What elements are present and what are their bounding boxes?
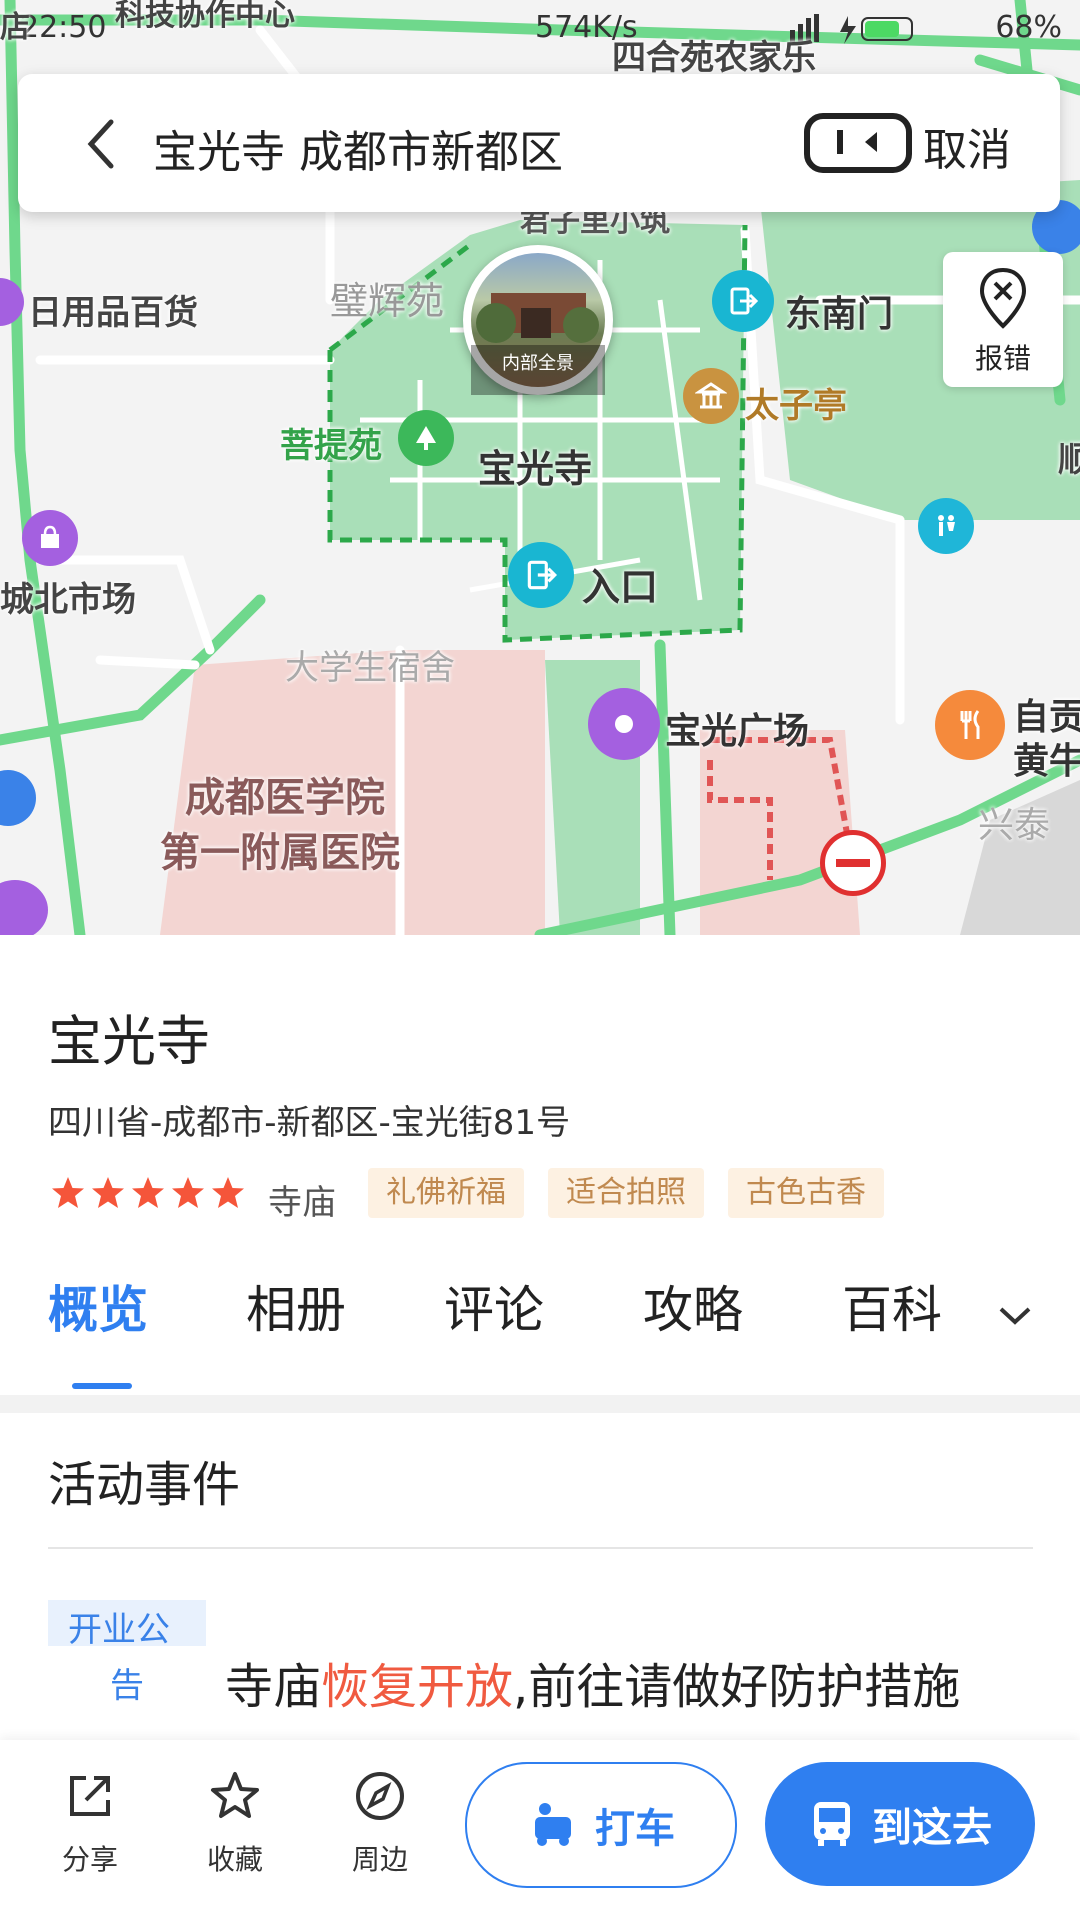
report-error-button[interactable]: 报错 bbox=[943, 252, 1063, 387]
events-title: 活动事件 bbox=[48, 1457, 241, 1513]
share-icon bbox=[70, 1776, 110, 1816]
favorite-label: 收藏 bbox=[206, 1843, 263, 1876]
map-label: 科技协作中心 bbox=[115, 0, 295, 33]
place-address: 四川省-成都市-新都区-宝光街81号 bbox=[48, 1103, 571, 1143]
tag-badge: 礼佛祈福 bbox=[368, 1168, 524, 1218]
section-separator bbox=[0, 1395, 1080, 1413]
active-tab-indicator bbox=[72, 1383, 132, 1389]
map-label: 店 bbox=[0, 10, 30, 45]
star-icon bbox=[92, 1177, 124, 1208]
taxi-label: 打车 bbox=[595, 1806, 675, 1852]
divider bbox=[48, 1547, 1033, 1549]
favorite-button[interactable]: 收藏 bbox=[185, 1768, 285, 1878]
map-view[interactable]: 22:50 574K/s 68% 科技协作中心 店 四合苑农家乐 君子里小筑 璧… bbox=[0, 0, 1080, 935]
report-error-label: 报错 bbox=[974, 342, 1031, 375]
map-label: 第一附属医院 bbox=[160, 830, 400, 876]
map-pin-x-icon bbox=[979, 267, 1027, 329]
entrance-pin-icon[interactable] bbox=[508, 542, 574, 608]
chevron-down-icon[interactable] bbox=[995, 1295, 1035, 1335]
tree-icon[interactable] bbox=[398, 410, 454, 466]
bus-icon bbox=[814, 1802, 850, 1846]
notice-text-after: ,前往请做好防护措施 bbox=[513, 1659, 961, 1715]
nearby-button[interactable]: 周边 bbox=[330, 1768, 430, 1878]
notice-badge-line2: 告 bbox=[110, 1666, 144, 1706]
gate-pin-icon[interactable] bbox=[712, 270, 774, 332]
ar-view-icon[interactable] bbox=[803, 112, 913, 174]
tab-encyclopedia[interactable]: 百科 bbox=[842, 1270, 942, 1342]
star-icon bbox=[52, 1177, 84, 1208]
no-entry-icon[interactable] bbox=[820, 830, 886, 896]
map-label: 菩提苑 bbox=[280, 426, 382, 466]
bottom-action-bar: 分享 收藏 周边 打车 到这去 bbox=[0, 1740, 1080, 1920]
notice-text-highlight: 恢复开放 bbox=[321, 1659, 514, 1715]
compass-icon bbox=[356, 1772, 404, 1820]
map-label-temple: 宝光寺 bbox=[478, 447, 593, 491]
place-category: 寺庙 bbox=[268, 1183, 336, 1223]
star-icon bbox=[172, 1177, 204, 1208]
restaurant-icon[interactable] bbox=[935, 690, 1005, 760]
map-label: 大学生宿舍 bbox=[285, 648, 455, 688]
detail-tabs: 概览 相册 评论 攻略 百科 bbox=[0, 1270, 1080, 1365]
map-label: 入口 bbox=[582, 565, 659, 609]
go-here-button[interactable]: 到这去 bbox=[765, 1762, 1035, 1886]
tab-guides[interactable]: 攻略 bbox=[643, 1270, 743, 1342]
map-label: 兴泰 bbox=[978, 805, 1051, 846]
taxi-icon bbox=[535, 1803, 571, 1846]
place-name: 宝光寺 bbox=[48, 1010, 210, 1073]
notice-badge: 开业公 告 bbox=[48, 1600, 206, 1712]
cancel-button[interactable]: 取消 bbox=[923, 114, 1011, 178]
tag-badge: 古色古香 bbox=[728, 1168, 884, 1218]
map-label: 城北市场 bbox=[0, 580, 136, 620]
map-label: 宝光广场 bbox=[665, 711, 810, 752]
map-label: 黄牛 bbox=[1013, 741, 1080, 782]
search-bar: 宝光寺 成都市新都区 取消 bbox=[18, 74, 1060, 212]
tab-album[interactable]: 相册 bbox=[246, 1270, 346, 1342]
star-icon bbox=[132, 1177, 164, 1208]
go-here-label: 到这去 bbox=[872, 1805, 992, 1851]
status-time: 22:50 bbox=[20, 10, 107, 45]
tab-overview[interactable]: 概览 bbox=[48, 1270, 148, 1342]
share-label: 分享 bbox=[61, 1843, 118, 1876]
star-outline-icon bbox=[211, 1772, 259, 1818]
map-label: 四合苑农家乐 bbox=[612, 38, 816, 78]
tag-badge: 适合拍照 bbox=[548, 1168, 704, 1218]
back-icon[interactable] bbox=[73, 114, 133, 174]
status-battery: 68% bbox=[995, 10, 1062, 45]
shopping-bag-icon[interactable] bbox=[22, 510, 78, 566]
star-icon bbox=[212, 1177, 244, 1208]
rating-stars bbox=[48, 1173, 248, 1213]
notice-text-before: 寺庙 bbox=[225, 1659, 322, 1715]
panorama-thumbnail[interactable]: 内部全景 bbox=[463, 245, 613, 395]
event-notice[interactable]: 寺庙恢复开放,前往请做好防护措施 bbox=[225, 1647, 960, 1717]
restroom-icon[interactable] bbox=[918, 498, 974, 554]
map-label: 璧辉苑 bbox=[330, 279, 445, 323]
map-label: 成都医学院 bbox=[185, 775, 385, 821]
nearby-label: 周边 bbox=[351, 1843, 408, 1876]
search-query[interactable]: 宝光寺 成都市新都区 bbox=[153, 116, 563, 180]
map-label: 顺 bbox=[1058, 440, 1080, 480]
map-label: 日用品百货 bbox=[28, 293, 198, 333]
pavilion-icon[interactable] bbox=[683, 368, 739, 424]
share-button[interactable]: 分享 bbox=[40, 1768, 140, 1878]
map-label: 太子亭 bbox=[745, 386, 847, 426]
notice-badge-line1: 开业公 bbox=[68, 1610, 170, 1650]
square-pin-icon[interactable] bbox=[588, 688, 660, 760]
taxi-button[interactable]: 打车 bbox=[465, 1762, 737, 1888]
panorama-caption: 内部全景 bbox=[471, 345, 605, 395]
map-label: 东南门 bbox=[785, 294, 894, 335]
tab-reviews[interactable]: 评论 bbox=[444, 1270, 544, 1342]
